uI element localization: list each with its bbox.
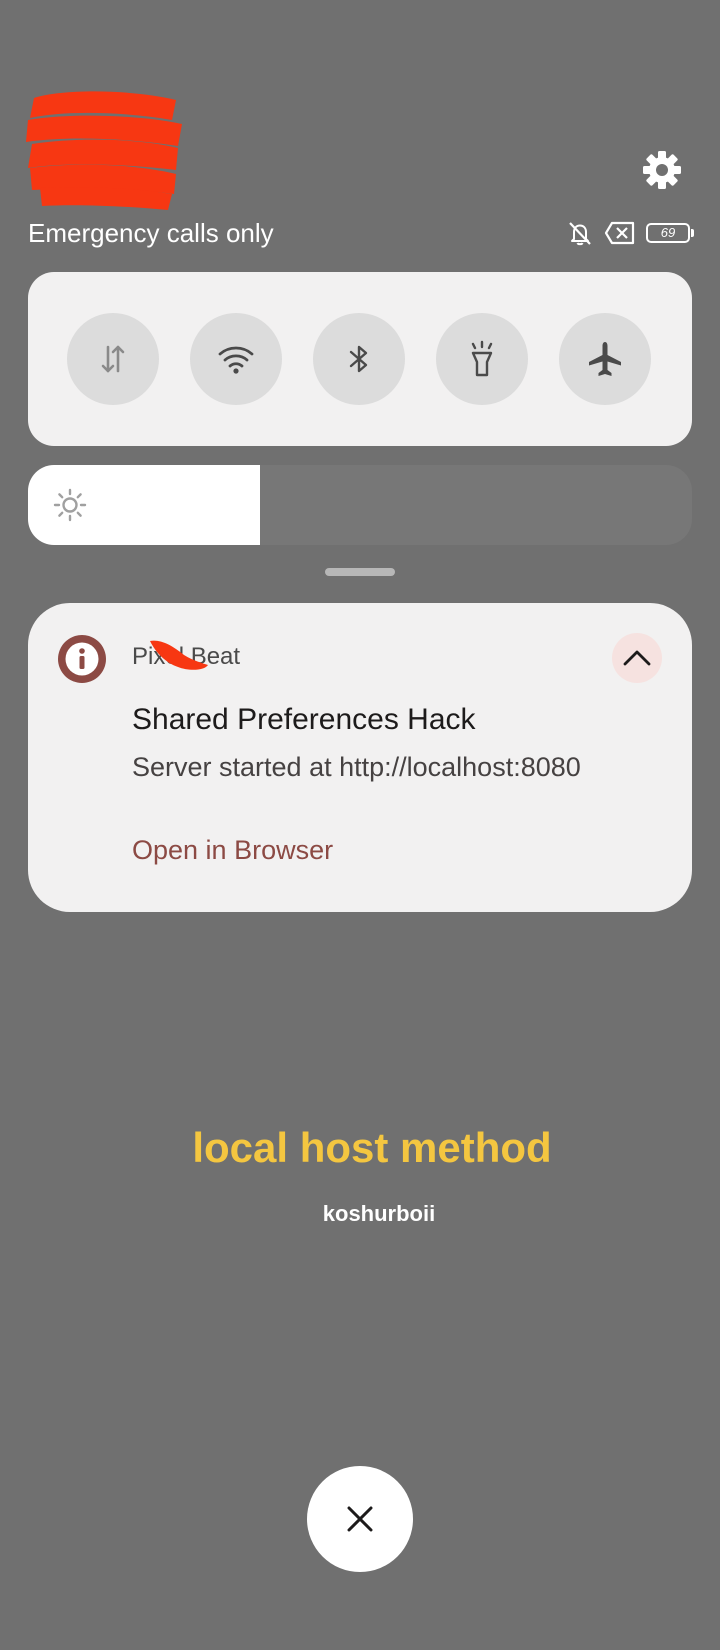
info-icon <box>58 635 106 683</box>
wifi-icon <box>218 346 254 374</box>
open-in-browser-button[interactable]: Open in Browser <box>132 835 333 866</box>
airplane-mode-tile[interactable] <box>559 313 651 405</box>
flashlight-icon <box>471 340 493 377</box>
no-sim-icon <box>604 221 635 245</box>
bluetooth-icon <box>349 345 368 373</box>
notification-card[interactable]: Pixel Beat Shared Preferences Hack Serve… <box>28 603 692 912</box>
caption-title: local host method <box>192 1124 552 1171</box>
chevron-up-icon <box>623 650 651 666</box>
caption-author: koshurboii <box>322 1201 436 1226</box>
brightness-slider[interactable] <box>28 465 692 545</box>
drag-handle[interactable] <box>325 568 395 576</box>
notification-text: Server started at http://localhost:8080 <box>132 752 581 782</box>
sun-icon <box>53 488 87 522</box>
redaction-scribble <box>26 91 182 210</box>
wifi-tile[interactable] <box>190 313 282 405</box>
notification-title: Shared Preferences Hack <box>132 703 476 736</box>
quick-settings-panel <box>28 272 692 446</box>
flashlight-tile[interactable] <box>436 313 528 405</box>
close-icon <box>347 1506 373 1532</box>
status-icons: 69 <box>566 218 694 248</box>
bell-off-icon <box>569 222 591 246</box>
expand-button[interactable] <box>612 633 662 683</box>
airplane-icon <box>589 342 621 376</box>
gear-icon[interactable] <box>642 150 682 190</box>
battery-icon: 69 <box>646 223 694 243</box>
redaction-scribble <box>150 640 208 670</box>
mobile-data-tile[interactable] <box>67 313 159 405</box>
close-button[interactable] <box>307 1466 413 1572</box>
carrier-status-text: Emergency calls only <box>28 218 274 248</box>
data-arrows-icon <box>101 345 125 373</box>
bluetooth-tile[interactable] <box>313 313 405 405</box>
